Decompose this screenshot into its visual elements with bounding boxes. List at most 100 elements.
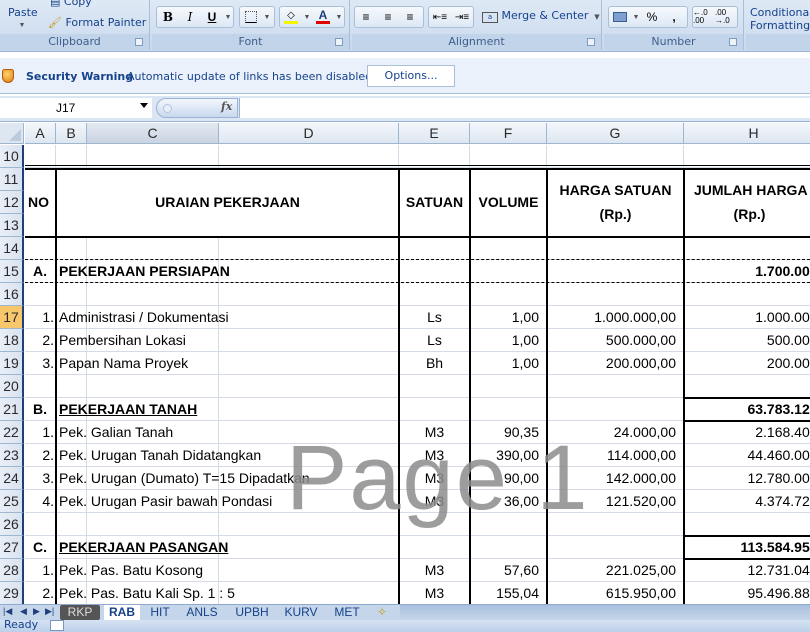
paste-button[interactable]: Paste	[8, 6, 38, 19]
row-header-11[interactable]: 11	[0, 168, 24, 191]
percent-style-button[interactable]: %	[641, 7, 663, 27]
decrease-indent-button[interactable]: ⇤≡	[429, 7, 451, 27]
underline-button[interactable]: U	[201, 7, 223, 27]
font-launcher-icon[interactable]	[335, 38, 343, 46]
align-center-icon: ≡	[384, 10, 392, 24]
paste-dropdown-icon[interactable]: ▼	[17, 22, 27, 29]
row-header-23[interactable]: 23	[0, 444, 24, 467]
row-header-13[interactable]: 13	[0, 214, 24, 237]
accounting-format-button[interactable]	[609, 7, 631, 27]
item-volume: 1,00	[511, 355, 539, 371]
row-header-18[interactable]: 18	[0, 329, 24, 352]
row-header-27[interactable]: 27	[0, 536, 24, 559]
row-header-19[interactable]: 19	[0, 352, 24, 375]
column-header-e[interactable]: E	[399, 123, 470, 144]
last-sheet-icon[interactable]: ▶|	[45, 606, 54, 617]
row-header-24[interactable]: 24	[0, 467, 24, 490]
row-header-22[interactable]: 22	[0, 421, 24, 444]
borders-button[interactable]	[240, 7, 262, 27]
row-header-29[interactable]: 29	[0, 582, 24, 605]
options-button[interactable]: Options...	[367, 65, 455, 87]
sheet-tab-rab[interactable]: RAB	[104, 605, 140, 620]
item-unit-price: 1.000.000,00	[594, 309, 676, 325]
bold-button[interactable]: B	[157, 7, 179, 27]
copy-button[interactable]: ▤ Copy	[50, 0, 92, 8]
number-launcher-icon[interactable]	[729, 38, 737, 46]
row-header-14[interactable]: 14	[0, 237, 24, 260]
clipboard-launcher-icon[interactable]	[135, 38, 143, 46]
insert-sheet-icon[interactable]: ✧	[372, 605, 392, 620]
row-header-26[interactable]: 26	[0, 513, 24, 536]
increase-indent-button[interactable]: ⇥≡	[451, 7, 473, 27]
item-unit-price: 24.000,00	[613, 424, 676, 440]
first-sheet-icon[interactable]: |◀	[3, 606, 12, 617]
italic-button[interactable]: I	[179, 7, 201, 27]
row-header-15[interactable]: 15	[0, 260, 24, 283]
name-box-dropdown-icon[interactable]	[140, 103, 148, 108]
align-right-button[interactable]: ≡	[399, 7, 421, 27]
font-color-button[interactable]: A	[312, 7, 334, 27]
gridline	[25, 374, 810, 375]
column-header-c[interactable]: C	[87, 123, 219, 144]
item-amount: 200.000,00	[766, 355, 810, 371]
column-header-g[interactable]: G	[547, 123, 684, 144]
header-uraian: URAIAN PEKERJAAN	[155, 194, 300, 210]
number-group-label: Number	[651, 35, 696, 48]
conditional-formatting-button[interactable]: Conditional Formatting	[750, 6, 810, 32]
item-amount: 1.000.000,00	[755, 309, 810, 325]
row-header-21[interactable]: 21	[0, 398, 24, 421]
font-color-dropdown-icon[interactable]: ▼	[334, 14, 344, 21]
fill-color-dropdown-icon[interactable]: ▼	[302, 14, 312, 21]
sheet-tab-upbh[interactable]: UPBH	[232, 605, 272, 620]
item-number: 3.	[42, 355, 54, 371]
underline-dropdown-icon[interactable]: ▼	[223, 14, 233, 21]
row-header-12[interactable]: 12	[0, 191, 24, 214]
select-all-button[interactable]	[0, 123, 24, 144]
name-box[interactable]: J17	[0, 98, 152, 118]
row-header-20[interactable]: 20	[0, 375, 24, 398]
row-header-17[interactable]: 17	[0, 306, 24, 329]
alignment-launcher-icon[interactable]	[587, 38, 595, 46]
align-center-button[interactable]: ≡	[377, 7, 399, 27]
column-header-d[interactable]: D	[219, 123, 399, 144]
sheet-tab-rkp[interactable]: RKP	[60, 605, 100, 620]
decrease-decimal-icon: .00 →.0	[715, 8, 730, 25]
sheet-tab-anls[interactable]: ANLS	[182, 605, 222, 620]
sheet-tab-kurv[interactable]: KURV	[281, 605, 321, 620]
merge-center-button[interactable]: a Merge & Center ▼	[482, 9, 602, 23]
format-painter-button[interactable]: 🖌 Format Painter	[48, 16, 146, 29]
sheet-tab-hit[interactable]: HIT	[144, 605, 176, 620]
item-unit: Bh	[425, 355, 444, 371]
clipboard-group: Paste ▼ ▤ Copy 🖌 Format Painter Clipboar…	[0, 0, 150, 50]
section-code: A.	[33, 263, 47, 279]
sheet-tab-bar: |◀ ◀ ▶ ▶| RKP RAB HIT ANLS UPBH KURV MET…	[0, 604, 810, 620]
column-header-h[interactable]: H	[684, 123, 810, 144]
status-bar: Ready	[0, 618, 810, 632]
formula-bar-handle-icon[interactable]	[163, 104, 172, 113]
row-header-25[interactable]: 25	[0, 490, 24, 513]
horizontal-scrollbar[interactable]	[400, 605, 810, 620]
merge-dropdown-icon[interactable]: ▼	[592, 13, 602, 21]
next-sheet-icon[interactable]: ▶	[33, 606, 40, 617]
font-color-icon: A	[318, 8, 328, 22]
row-header-28[interactable]: 28	[0, 559, 24, 582]
align-left-button[interactable]: ≡	[355, 7, 377, 27]
prev-sheet-icon[interactable]: ◀	[20, 606, 27, 617]
insert-function-icon[interactable]: fx	[221, 100, 232, 113]
macro-record-icon[interactable]	[50, 620, 64, 631]
sheet-tab-met[interactable]: MET	[330, 605, 364, 620]
column-header-a[interactable]: A	[25, 123, 56, 144]
comma-style-button[interactable]: ,	[663, 7, 685, 27]
row-header-16[interactable]: 16	[0, 283, 24, 306]
increase-decimal-button[interactable]: ←.0 .00	[693, 7, 715, 27]
decrease-decimal-button[interactable]: .00 →.0	[715, 7, 737, 27]
formula-input[interactable]	[239, 98, 810, 118]
column-header-b[interactable]: B	[56, 123, 87, 144]
fill-color-button[interactable]: ◇	[280, 7, 302, 27]
borders-dropdown-icon[interactable]: ▼	[262, 14, 272, 21]
column-header-f[interactable]: F	[470, 123, 547, 144]
row-header-10[interactable]: 10	[0, 145, 24, 168]
accounting-dropdown-icon[interactable]: ▼	[631, 14, 641, 21]
worksheet-grid[interactable]: NO URAIAN PEKERJAAN SATUAN VOLUME HARGA SATU…	[25, 145, 810, 604]
item-number: 2.	[42, 447, 54, 463]
